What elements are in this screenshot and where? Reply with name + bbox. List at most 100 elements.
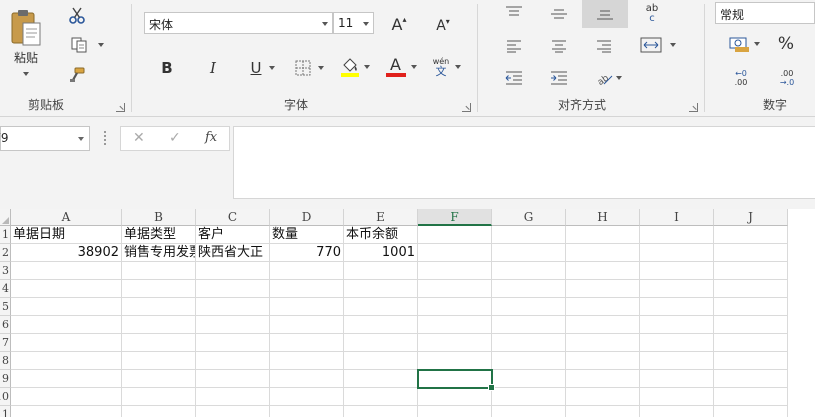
cell-h9[interactable] xyxy=(566,370,640,388)
align-bottom-button[interactable] xyxy=(582,0,628,28)
cell-c10[interactable] xyxy=(196,388,270,406)
cell-e8[interactable] xyxy=(344,352,418,370)
cell-j4[interactable] xyxy=(714,280,788,298)
cell-g4[interactable] xyxy=(492,280,566,298)
cell-h8[interactable] xyxy=(566,352,640,370)
row-header[interactable]: 2 xyxy=(0,244,11,262)
cell-b9[interactable] xyxy=(122,370,196,388)
cell-j1[interactable] xyxy=(714,226,788,244)
cell-i6[interactable] xyxy=(640,316,714,334)
cell-i3[interactable] xyxy=(640,262,714,280)
cell-c1[interactable]: 客户 xyxy=(196,226,270,244)
increase-indent-button[interactable] xyxy=(545,66,573,90)
column-header-f[interactable]: F xyxy=(418,209,492,226)
cell-i11[interactable] xyxy=(640,406,714,417)
cell-j6[interactable] xyxy=(714,316,788,334)
cell-c3[interactable] xyxy=(196,262,270,280)
cell-g8[interactable] xyxy=(492,352,566,370)
cell-b4[interactable] xyxy=(122,280,196,298)
row-header[interactable]: 3 xyxy=(0,262,11,280)
cell-i7[interactable] xyxy=(640,334,714,352)
cell-g7[interactable] xyxy=(492,334,566,352)
cell-c5[interactable] xyxy=(196,298,270,316)
wrap-text-button[interactable]: ab c xyxy=(638,2,666,26)
cell-f8[interactable] xyxy=(418,352,492,370)
cell-j11[interactable] xyxy=(714,406,788,417)
cell-d7[interactable] xyxy=(270,334,344,352)
cell-h6[interactable] xyxy=(566,316,640,334)
cell-a7[interactable] xyxy=(11,334,122,352)
cell-e1[interactable]: 本币余额 xyxy=(344,226,418,244)
cell-h11[interactable] xyxy=(566,406,640,417)
cell-b10[interactable] xyxy=(122,388,196,406)
select-all-corner[interactable] xyxy=(0,209,11,226)
cell-e5[interactable] xyxy=(344,298,418,316)
cell-b6[interactable] xyxy=(122,316,196,334)
column-header-e[interactable]: E xyxy=(344,209,418,226)
cell-f4[interactable] xyxy=(418,280,492,298)
cell-b11[interactable] xyxy=(122,406,196,417)
chevron-down-icon[interactable] xyxy=(322,22,328,26)
cell-c7[interactable] xyxy=(196,334,270,352)
row-header[interactable]: 7 xyxy=(0,334,11,352)
cell-a8[interactable] xyxy=(11,352,122,370)
row-header[interactable]: 5 xyxy=(0,298,11,316)
cell-a11[interactable] xyxy=(11,406,122,417)
column-header-d[interactable]: D xyxy=(270,209,344,226)
phonetic-button[interactable]: wén 文 xyxy=(428,54,466,80)
cell-j8[interactable] xyxy=(714,352,788,370)
cell-f3[interactable] xyxy=(418,262,492,280)
cell-h1[interactable] xyxy=(566,226,640,244)
cell-i9[interactable] xyxy=(640,370,714,388)
orientation-button[interactable]: ab xyxy=(590,66,626,90)
cell-h3[interactable] xyxy=(566,262,640,280)
cell-c11[interactable] xyxy=(196,406,270,417)
column-header-i[interactable]: I xyxy=(640,209,714,226)
column-header-c[interactable]: C xyxy=(196,209,270,226)
decrease-indent-button[interactable] xyxy=(500,66,528,90)
formula-bar-grip-icon[interactable] xyxy=(104,131,106,145)
cell-e6[interactable] xyxy=(344,316,418,334)
cell-c8[interactable] xyxy=(196,352,270,370)
cell-g1[interactable] xyxy=(492,226,566,244)
grow-font-button[interactable]: A ▴ xyxy=(386,12,412,36)
cell-j2[interactable] xyxy=(714,244,788,262)
cell-g3[interactable] xyxy=(492,262,566,280)
column-header-a[interactable]: A xyxy=(11,209,122,226)
cell-h10[interactable] xyxy=(566,388,640,406)
decrease-decimal-button[interactable]: .00 →.0 xyxy=(773,66,801,90)
borders-button[interactable] xyxy=(290,56,328,80)
cell-f10[interactable] xyxy=(418,388,492,406)
cell-f11[interactable] xyxy=(418,406,492,417)
cell-b5[interactable] xyxy=(122,298,196,316)
format-painter-button[interactable] xyxy=(64,64,90,86)
enter-icon[interactable]: ✓ xyxy=(169,130,181,146)
accounting-format-button[interactable] xyxy=(725,32,763,56)
cell-b1[interactable]: 单据类型 xyxy=(122,226,196,244)
active-cell-selection[interactable] xyxy=(417,369,495,391)
merge-center-button[interactable] xyxy=(634,32,682,58)
italic-button[interactable]: I xyxy=(200,56,226,80)
cell-c9[interactable] xyxy=(196,370,270,388)
cell-c2[interactable]: 陕西省大正 xyxy=(196,244,270,262)
number-format-combo[interactable]: 常规 xyxy=(715,2,815,24)
cell-e11[interactable] xyxy=(344,406,418,417)
chevron-down-icon[interactable] xyxy=(78,137,84,141)
align-right-button[interactable] xyxy=(590,34,618,58)
column-header-j[interactable]: J xyxy=(714,209,788,226)
cell-a6[interactable] xyxy=(11,316,122,334)
cell-a9[interactable] xyxy=(11,370,122,388)
font-color-button[interactable]: A xyxy=(382,54,420,80)
font-launcher-icon[interactable] xyxy=(462,103,471,112)
cell-f7[interactable] xyxy=(418,334,492,352)
align-left-button[interactable] xyxy=(500,34,528,58)
copy-button[interactable] xyxy=(64,34,110,56)
cell-c6[interactable] xyxy=(196,316,270,334)
cell-i5[interactable] xyxy=(640,298,714,316)
cell-a1[interactable]: 单据日期 xyxy=(11,226,122,244)
cell-e10[interactable] xyxy=(344,388,418,406)
align-center-button[interactable] xyxy=(545,34,573,58)
alignment-launcher-icon[interactable] xyxy=(689,103,698,112)
cell-d10[interactable] xyxy=(270,388,344,406)
row-header[interactable]: 6 xyxy=(0,316,11,334)
